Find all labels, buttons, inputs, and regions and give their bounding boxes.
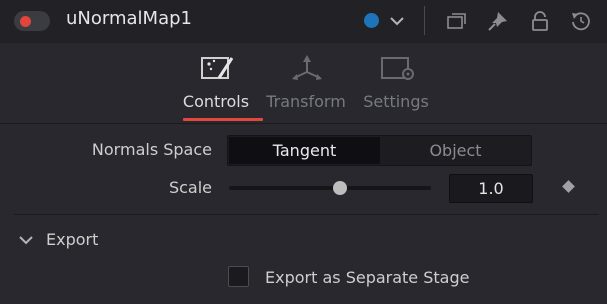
normals-space-selector: Tangent Object xyxy=(227,135,532,166)
section-divider xyxy=(14,214,599,215)
active-tab-indicator xyxy=(183,118,263,121)
lock-icon[interactable] xyxy=(529,10,551,32)
settings-gear-icon xyxy=(381,57,414,80)
enable-indicator xyxy=(20,16,31,27)
tab-label: Settings xyxy=(363,92,429,111)
scale-slider-track[interactable] xyxy=(229,186,431,190)
reset-icon[interactable] xyxy=(570,10,592,32)
export-section-header[interactable]: Export xyxy=(46,230,98,249)
node-color-swatch[interactable] xyxy=(364,13,379,28)
normals-space-label: Normals Space xyxy=(91,140,212,159)
divider xyxy=(0,123,607,124)
scale-slider-thumb[interactable] xyxy=(333,181,348,195)
chevron-down-icon[interactable] xyxy=(17,231,35,249)
tab-transform[interactable]: Transform xyxy=(261,52,351,118)
transform-axes-icon xyxy=(292,55,322,80)
export-separate-stage-checkbox[interactable] xyxy=(228,266,249,287)
header-separator xyxy=(424,6,425,35)
versions-icon[interactable] xyxy=(446,10,468,32)
tab-settings[interactable]: Settings xyxy=(351,52,441,118)
controls-wand-icon xyxy=(201,57,234,79)
scale-label: Scale xyxy=(168,178,212,197)
tab-label: Controls xyxy=(182,92,250,111)
node-enable-toggle[interactable] xyxy=(14,11,50,31)
pin-icon[interactable] xyxy=(487,10,509,32)
node-title: uNormalMap1 xyxy=(66,8,192,29)
chevron-down-icon[interactable] xyxy=(388,12,406,30)
tab-controls[interactable]: Controls xyxy=(171,52,261,118)
export-separate-stage-label[interactable]: Export as Separate Stage xyxy=(265,268,469,287)
option-tangent-button[interactable]: Tangent xyxy=(229,137,380,164)
scale-value-field[interactable]: 1.0 xyxy=(449,174,533,203)
option-object-button[interactable]: Object xyxy=(381,137,530,164)
tab-label: Transform xyxy=(266,92,346,111)
keyframe-diamond-icon[interactable] xyxy=(562,180,575,193)
